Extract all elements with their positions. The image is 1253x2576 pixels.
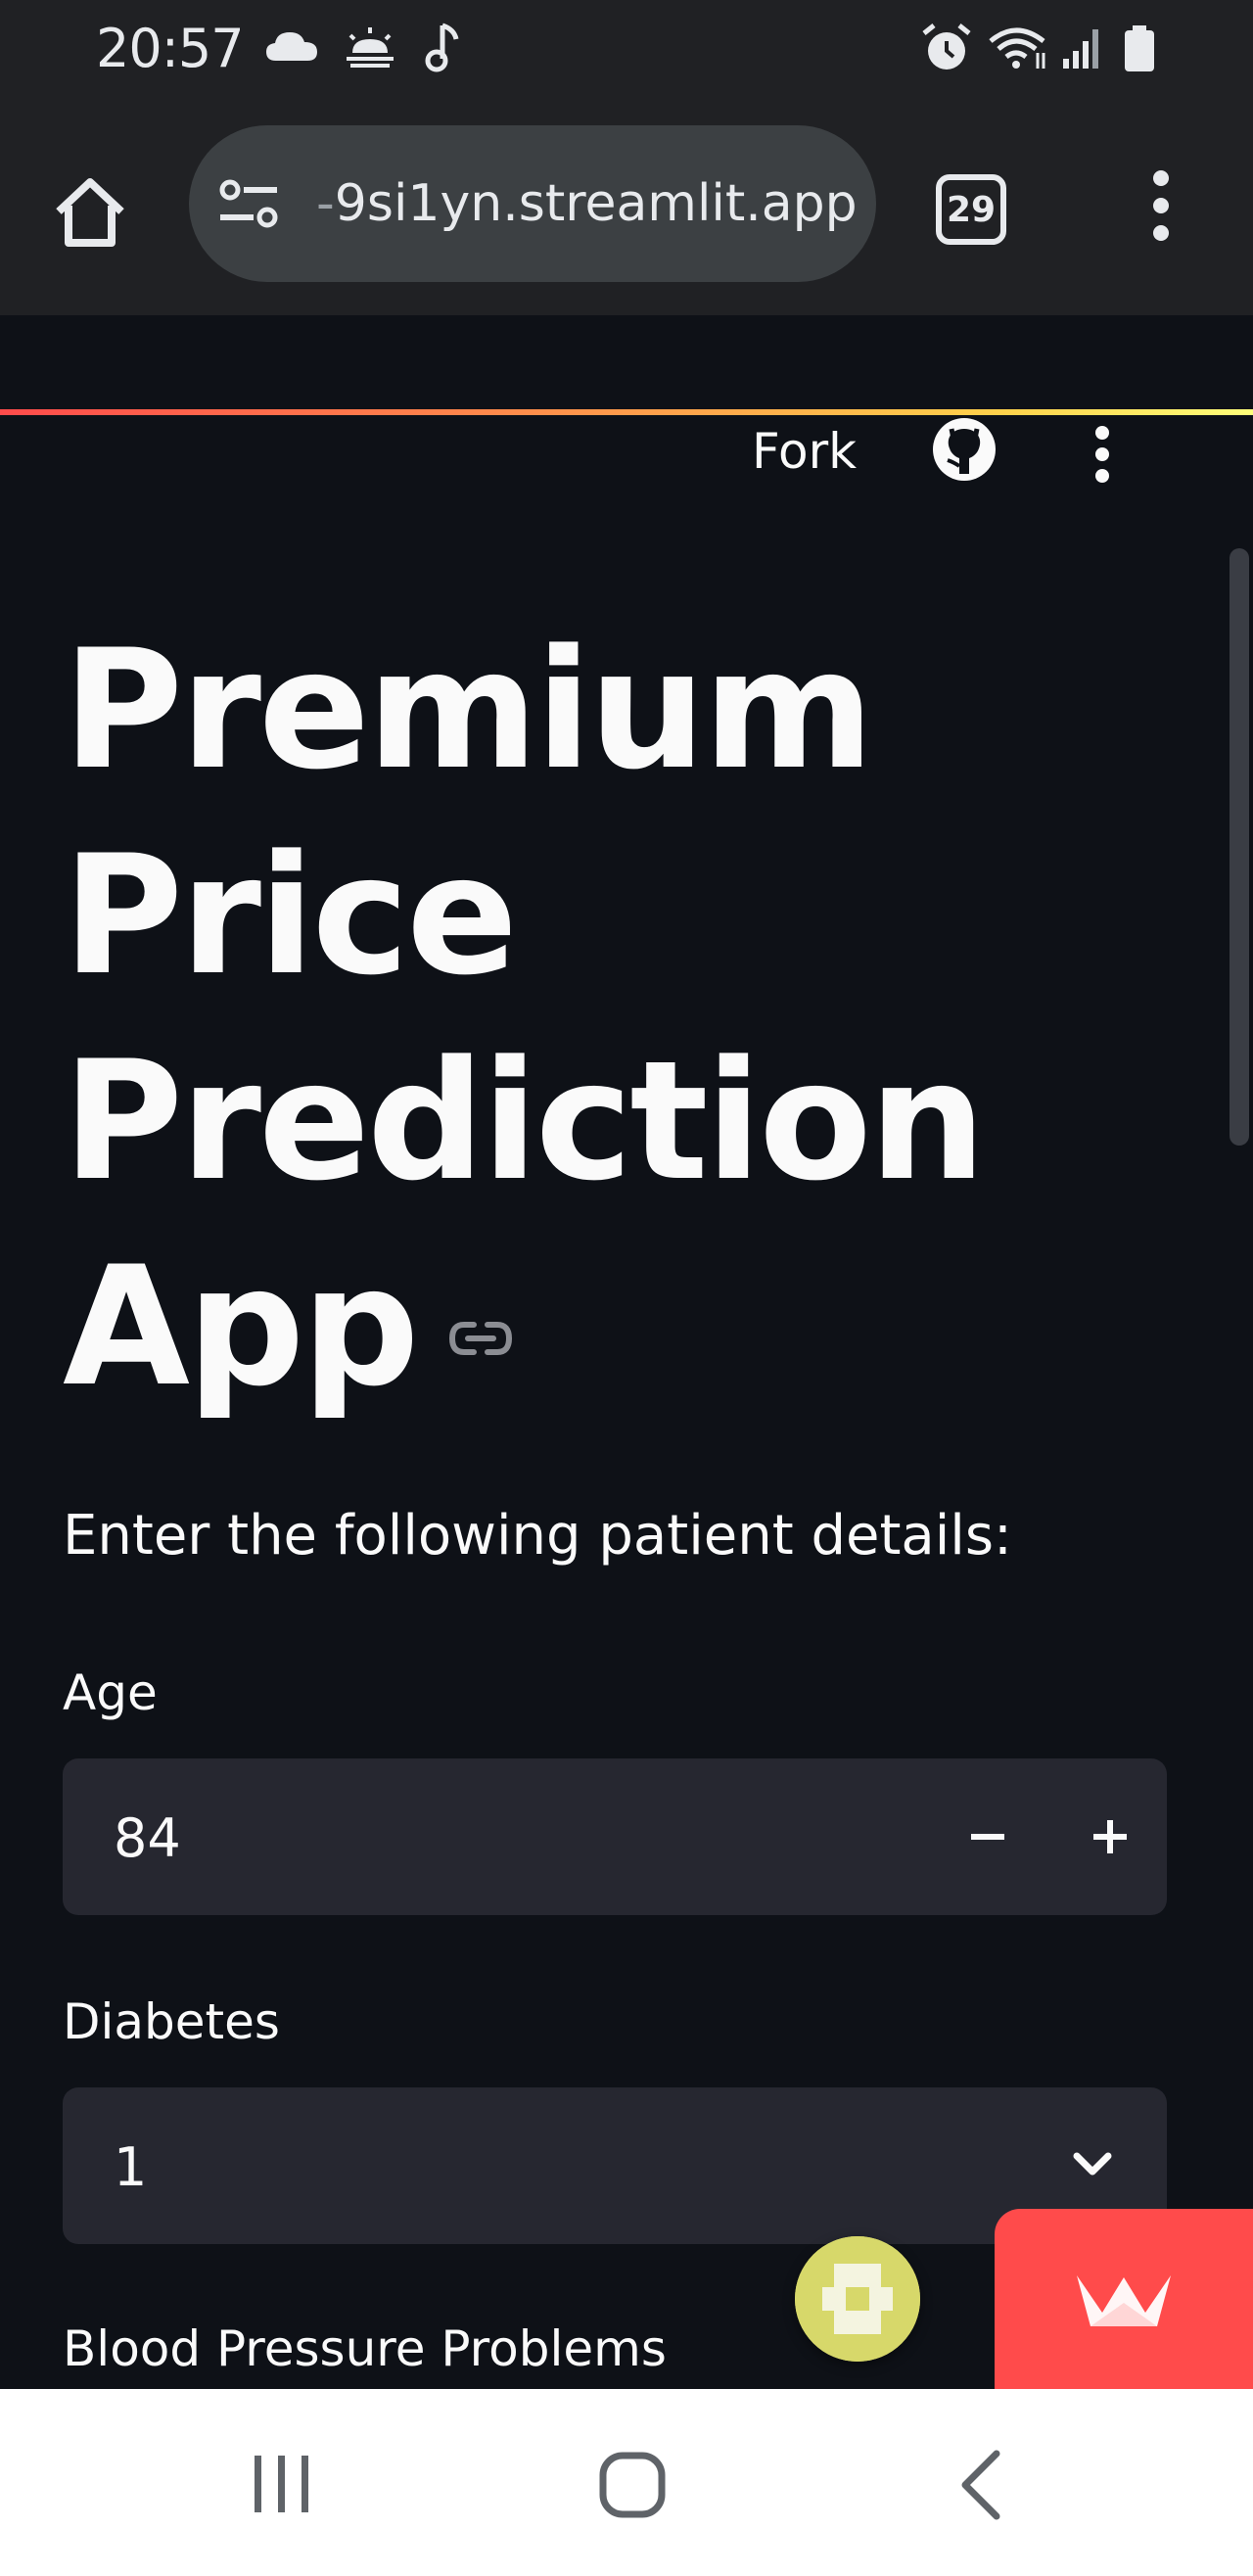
increment-button[interactable]	[1061, 1788, 1159, 1886]
title-line: Prediction	[63, 1025, 986, 1217]
fork-button[interactable]: Fork	[752, 423, 857, 480]
alarm-icon	[922, 23, 971, 70]
diabetes-selected-value: 1	[114, 2136, 148, 2198]
battery-icon	[1125, 25, 1154, 71]
site-info-icon[interactable]	[218, 176, 279, 231]
title-line-last: App	[63, 1224, 1169, 1429]
title-line: Price	[63, 820, 518, 1011]
streamlit-badge[interactable]	[995, 2209, 1253, 2389]
recent-apps-icon[interactable]	[245, 2446, 323, 2524]
form-instructions: Enter the following patient details:	[63, 1504, 1012, 1568]
title-line: Premium	[63, 614, 874, 806]
decrement-button[interactable]	[939, 1788, 1037, 1886]
github-icon[interactable]	[930, 415, 998, 484]
age-value[interactable]: 84	[114, 1807, 181, 1869]
status-time: 20:57	[96, 18, 245, 79]
page-title: Premium Price Prediction App	[63, 607, 1169, 1429]
plus-icon	[1093, 1820, 1127, 1853]
status-bar: 20:57	[0, 0, 1253, 98]
app-header: Fork	[0, 317, 1253, 513]
age-label: Age	[63, 1664, 158, 1721]
wifi-icon	[989, 27, 1045, 69]
tab-switcher-button[interactable]: 29	[936, 174, 1006, 245]
sunrise-icon	[347, 27, 394, 68]
browser-toolbar: -9si1yn.streamlit.app 29	[0, 98, 1253, 415]
url-text[interactable]: -9si1yn.streamlit.app	[316, 174, 858, 233]
chevron-down-icon	[1073, 2152, 1112, 2176]
viewer-avatar[interactable]	[795, 2236, 920, 2362]
blood-pressure-label: Blood Pressure Problems	[63, 2320, 667, 2377]
music-note-icon	[425, 23, 459, 72]
main-content: Premium Price Prediction App	[63, 607, 1169, 1429]
minus-icon	[971, 1834, 1004, 1840]
home-icon[interactable]	[51, 172, 129, 251]
signal-icon	[1063, 29, 1098, 69]
cloud-icon	[266, 32, 317, 61]
age-input[interactable]: 84	[63, 1758, 1167, 1915]
app-menu-icon[interactable]	[1087, 425, 1118, 484]
url-domain: 9si1yn.streamlit.app	[334, 174, 858, 233]
url-truncation: -	[316, 174, 335, 233]
more-vert-icon[interactable]	[1141, 166, 1181, 245]
diabetes-label: Diabetes	[63, 1993, 280, 2050]
pixel-avatar-icon	[795, 2236, 920, 2362]
link-icon[interactable]	[446, 1317, 515, 1360]
scrollbar-thumb[interactable]	[1230, 548, 1249, 1146]
address-bar[interactable]: -9si1yn.streamlit.app	[189, 125, 876, 282]
back-icon[interactable]	[946, 2446, 1024, 2524]
title-line-text: App	[63, 1231, 420, 1423]
streamlit-crown-icon	[1077, 2275, 1171, 2326]
system-nav-bar	[0, 2389, 1253, 2576]
home-nav-icon[interactable]	[593, 2446, 672, 2524]
